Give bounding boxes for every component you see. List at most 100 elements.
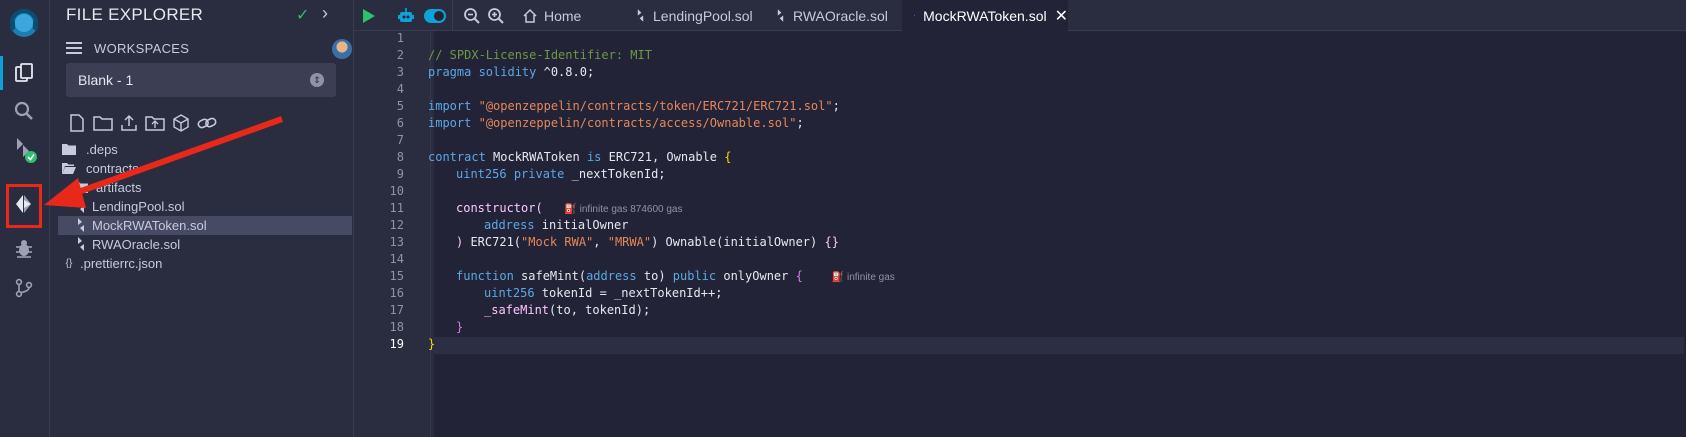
code-function: _safeMint [484, 303, 550, 317]
indent-guide [430, 31, 431, 437]
code-editor[interactable]: 1 2 3 4 5 6 7 8 9 10 11 12 13 14 15 16 1… [354, 31, 1686, 437]
code-line: pragma solidity ^0.8.0; [428, 65, 594, 79]
tab-home[interactable]: Home [522, 0, 634, 31]
code-keyword: import [428, 116, 472, 130]
json-file-icon: {} [65, 257, 73, 269]
line-number: 9 [396, 167, 404, 181]
avatar[interactable] [332, 39, 352, 59]
robot-icon[interactable] [394, 0, 418, 31]
code-bracket: { [795, 269, 803, 283]
code-text: ; [832, 99, 840, 113]
solidity-file-icon [777, 9, 784, 22]
code-text: ( [578, 269, 587, 283]
code-keyword: constructor [456, 201, 536, 215]
tab-rwaoracle[interactable]: RWAOracle.sol [762, 0, 892, 31]
line-number: 7 [396, 133, 404, 147]
code-bracket: } [428, 337, 436, 351]
chevron-right-icon[interactable]: › [322, 3, 328, 24]
code-text: safeMint [513, 269, 579, 283]
code-line: address initialOwner [484, 218, 629, 232]
annotation-arrow-icon [44, 116, 284, 208]
line-number: 11 [389, 201, 404, 215]
line-number: 10 [389, 184, 404, 198]
active-line-highlight [434, 337, 1684, 354]
code-line: ) ERC721("Mock RWA", "MRWA") Ownable(ini… [456, 235, 839, 249]
code-keyword: function [456, 269, 514, 283]
code-text: ERC721( [463, 235, 522, 249]
code-line: contract MockRWAToken is ERC721, Ownable… [428, 150, 731, 164]
code-line: } [456, 320, 463, 334]
line-number: 4 [396, 82, 404, 96]
line-number-gutter: 1 2 3 4 5 6 7 8 9 10 11 12 13 14 15 16 1… [354, 31, 434, 437]
code-keyword: pragma solidity [428, 65, 537, 79]
code-text: tokenId = _nextTokenId++; [534, 286, 723, 300]
code-line: constructor( ⛽ infinite gas 874600 gas [456, 201, 683, 215]
home-icon [523, 8, 537, 23]
code-text: _nextTokenId; [564, 167, 666, 181]
code-text: MockRWAToken [485, 150, 587, 164]
code-comment: // SPDX-License-Identifier: MIT [428, 48, 652, 62]
code-type: uint256 [484, 286, 535, 300]
code-text: ; [796, 116, 804, 130]
line-number: 6 [396, 116, 404, 130]
run-icon[interactable] [354, 0, 384, 31]
tree-item-label: .prettierrc.json [80, 256, 163, 271]
tab-label: MockRWAToken.sol [923, 7, 1047, 24]
line-number: 14 [389, 252, 404, 266]
code-line: function safeMint(address to) public onl… [456, 269, 895, 283]
code-text: to) [636, 269, 673, 283]
ai-toggle[interactable] [422, 0, 448, 31]
line-number: 15 [389, 269, 404, 283]
tab-label: LendingPool.sol [653, 7, 753, 24]
code-bracket: ( [535, 201, 543, 215]
code-text: , [593, 235, 608, 249]
zoom-in-icon[interactable] [484, 0, 508, 31]
close-icon[interactable]: ✕ [1055, 6, 1068, 26]
git-icon[interactable] [8, 272, 40, 304]
zoom-out-icon[interactable] [460, 0, 484, 31]
line-number: 8 [396, 150, 404, 164]
code-text: initialOwner [534, 218, 629, 232]
editor-tabbar: Home LendingPool.sol RWAOracle.sol MockR… [354, 0, 1686, 31]
code-type: uint256 [456, 167, 507, 181]
remix-ide: FILE EXPLORER ✓ › WORKSPACES Blank - 1 ⇕… [0, 0, 1686, 437]
code-text: (to, tokenId); [549, 303, 651, 317]
tree-item-rwaoracle[interactable]: RWAOracle.sol [50, 235, 354, 254]
code-keyword: contract [428, 150, 486, 164]
code-string: "@openzeppelin/contracts/token/ERC721/ER… [478, 99, 833, 113]
solidity-file-icon [637, 9, 644, 22]
code-bracket: {} [824, 235, 839, 249]
code-string: "MRWA" [607, 235, 652, 249]
code-text: ERC721, Ownable [601, 150, 725, 164]
code-modifier: public [672, 269, 717, 283]
line-number: 3 [396, 65, 404, 79]
tab-mockrwatoken[interactable]: MockRWAToken.sol ✕ [902, 0, 1068, 31]
divider [452, 0, 453, 31]
solidity-file-icon [74, 237, 88, 251]
code-line: uint256 private _nextTokenId; [456, 167, 666, 181]
tab-lendingpool[interactable]: LendingPool.sol [622, 0, 762, 31]
code-bracket: { [724, 150, 732, 164]
code-modifier: private [513, 167, 565, 181]
toggle-switch [424, 8, 446, 23]
tree-item-prettierrc[interactable]: {} .prettierrc.json [50, 254, 354, 273]
code-line: uint256 tokenId = _nextTokenId++; [484, 286, 722, 300]
line-number: 18 [389, 320, 404, 334]
line-number: 5 [396, 99, 404, 113]
line-number: 12 [389, 218, 404, 232]
code-keyword: import [428, 99, 472, 113]
code-line: // SPDX-License-Identifier: MIT [428, 48, 652, 62]
line-number: 16 [389, 286, 404, 300]
code-line: _safeMint(to, tokenId); [484, 303, 650, 317]
gas-hint-text: infinite gas [846, 272, 895, 283]
code-keyword: is [586, 150, 602, 164]
debugger-icon[interactable] [8, 232, 40, 264]
tab-label: Home [544, 7, 582, 24]
code-text: ) Ownable(initialOwner) [651, 235, 825, 249]
gas-hint-text: infinite gas 874600 gas [579, 204, 683, 215]
code-bracket: } [456, 320, 464, 334]
line-number-active: 19 [389, 337, 404, 351]
tree-item-label: RWAOracle.sol [92, 237, 181, 252]
code-area[interactable]: // SPDX-License-Identifier: MIT pragma s… [428, 31, 1684, 437]
code-string: "@openzeppelin/contracts/access/Ownable.… [478, 116, 797, 130]
